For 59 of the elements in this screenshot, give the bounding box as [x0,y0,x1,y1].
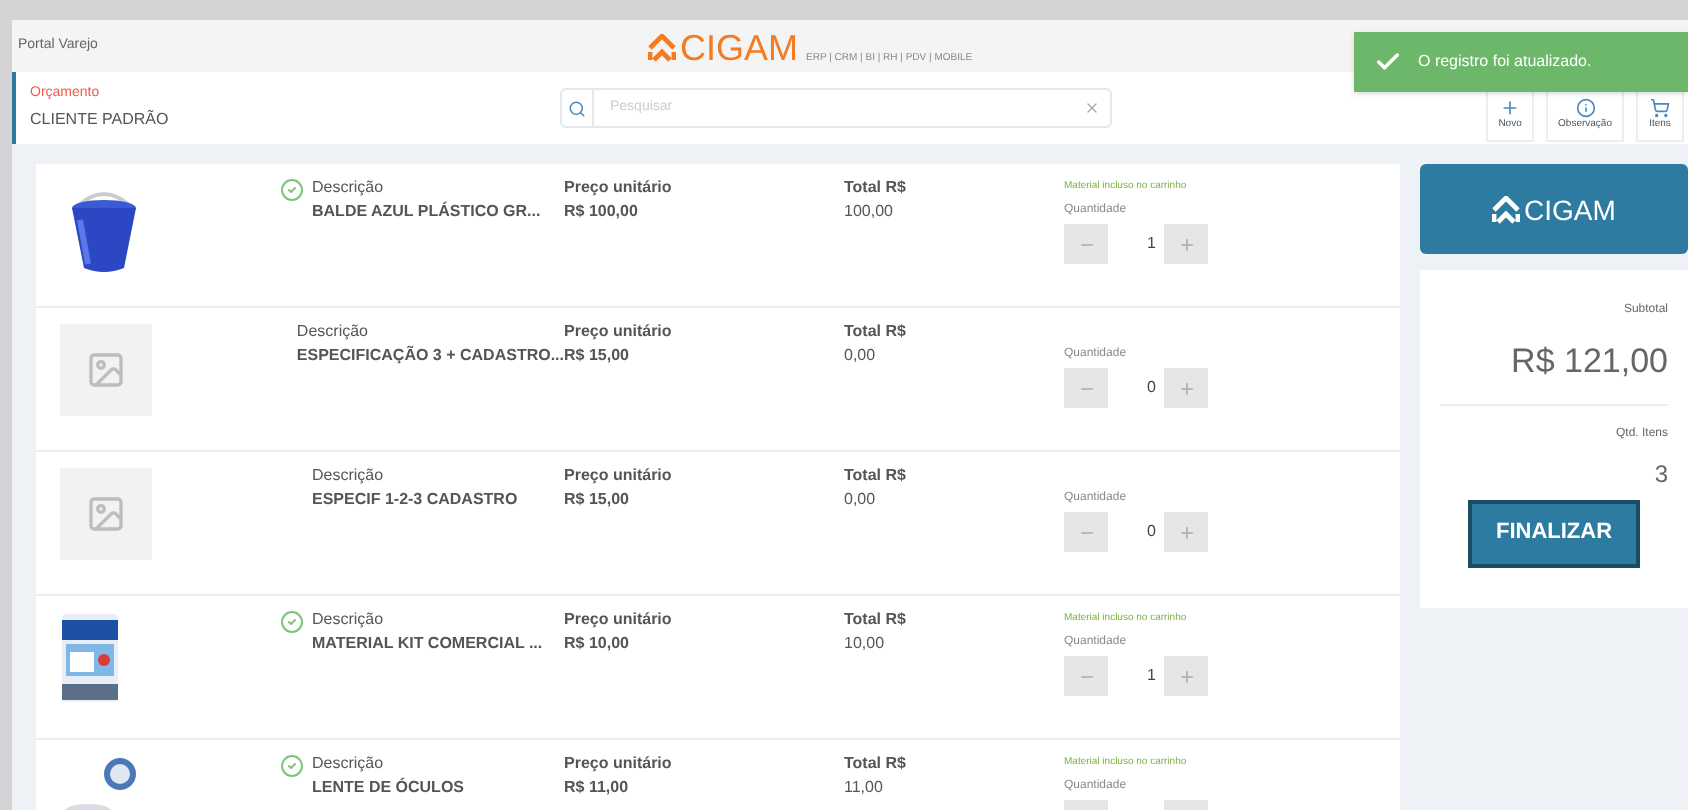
price-value: R$ 15,00 [564,488,631,512]
decrease-button[interactable] [1064,224,1108,264]
total-label: Total R$ [844,320,908,344]
increase-button[interactable] [1164,656,1208,696]
price-value: R$ 11,00 [564,776,631,800]
price-label: Preço unitário [564,608,674,632]
image-icon [86,494,126,534]
plus-icon [1177,235,1195,253]
image-icon [86,350,126,390]
cart-icon [1650,98,1670,119]
total-label: Total R$ [844,608,908,632]
clear-icon [1084,100,1100,116]
total-label: Total R$ [844,176,908,200]
plus-icon [1177,667,1195,685]
logo-icon [1492,195,1521,223]
total-value: 0,00 [844,488,878,512]
description-label: Descrição [296,320,370,344]
total-label: Total R$ [844,464,908,488]
description-label: Descrição [312,608,386,632]
description-value: BALDE AZUL PLÁSTICO GR... [312,200,541,224]
total-value: 11,00 [844,776,885,800]
toast-message: O registro foi atualizado. [1418,50,1592,74]
increase-button[interactable] [1164,368,1208,408]
description-label: Descrição [312,464,386,488]
plus-icon [1500,98,1521,119]
description-value: ESPECIF 1-2-3 CADASTRO [312,488,518,512]
description-value: LENTE DE ÓCULOS [312,776,465,800]
total-value: 0,00 [844,344,878,368]
increase-button[interactable] [1164,224,1208,264]
decrease-button[interactable] [1064,512,1108,552]
price-label: Preço unitário [564,320,674,344]
description-value: ESPECIFICAÇÃO 3 + CADASTRO... [296,344,564,368]
description-label: Descrição [312,176,386,200]
check-icon [1374,48,1402,76]
info-icon [1575,98,1596,119]
logo-text: CIGAM [1524,195,1616,223]
count-value: 3 [1654,457,1668,491]
increase-button[interactable] [1164,512,1208,552]
decrease-button[interactable] [1064,656,1108,696]
price-label: Preço unitário [564,752,674,776]
total-value: 100,00 [844,200,895,224]
price-label: Preço unitário [564,464,674,488]
description-value: MATERIAL KIT COMERCIAL ... [312,632,543,656]
description-label: Descrição [312,752,386,776]
decrease-button[interactable] [1064,368,1108,408]
plus-icon [1177,379,1195,397]
logo-icon [648,34,676,62]
total-label: Total R$ [844,752,908,776]
price-value: R$ 100,00 [564,200,640,224]
finalize-button[interactable]: FINALIZAR [1467,499,1641,567]
customer-name: CLIENTE PADRÃO [30,108,171,132]
search-icon [568,99,586,117]
price-value: R$ 10,00 [564,632,631,656]
plus-icon [1177,523,1195,541]
logo-text: CIGAM [680,30,799,66]
total-value: 10,00 [844,632,887,656]
price-value: R$ 15,00 [564,344,631,368]
subtotal-value: R$ 121,00 [1440,336,1668,405]
price-label: Preço unitário [564,176,674,200]
